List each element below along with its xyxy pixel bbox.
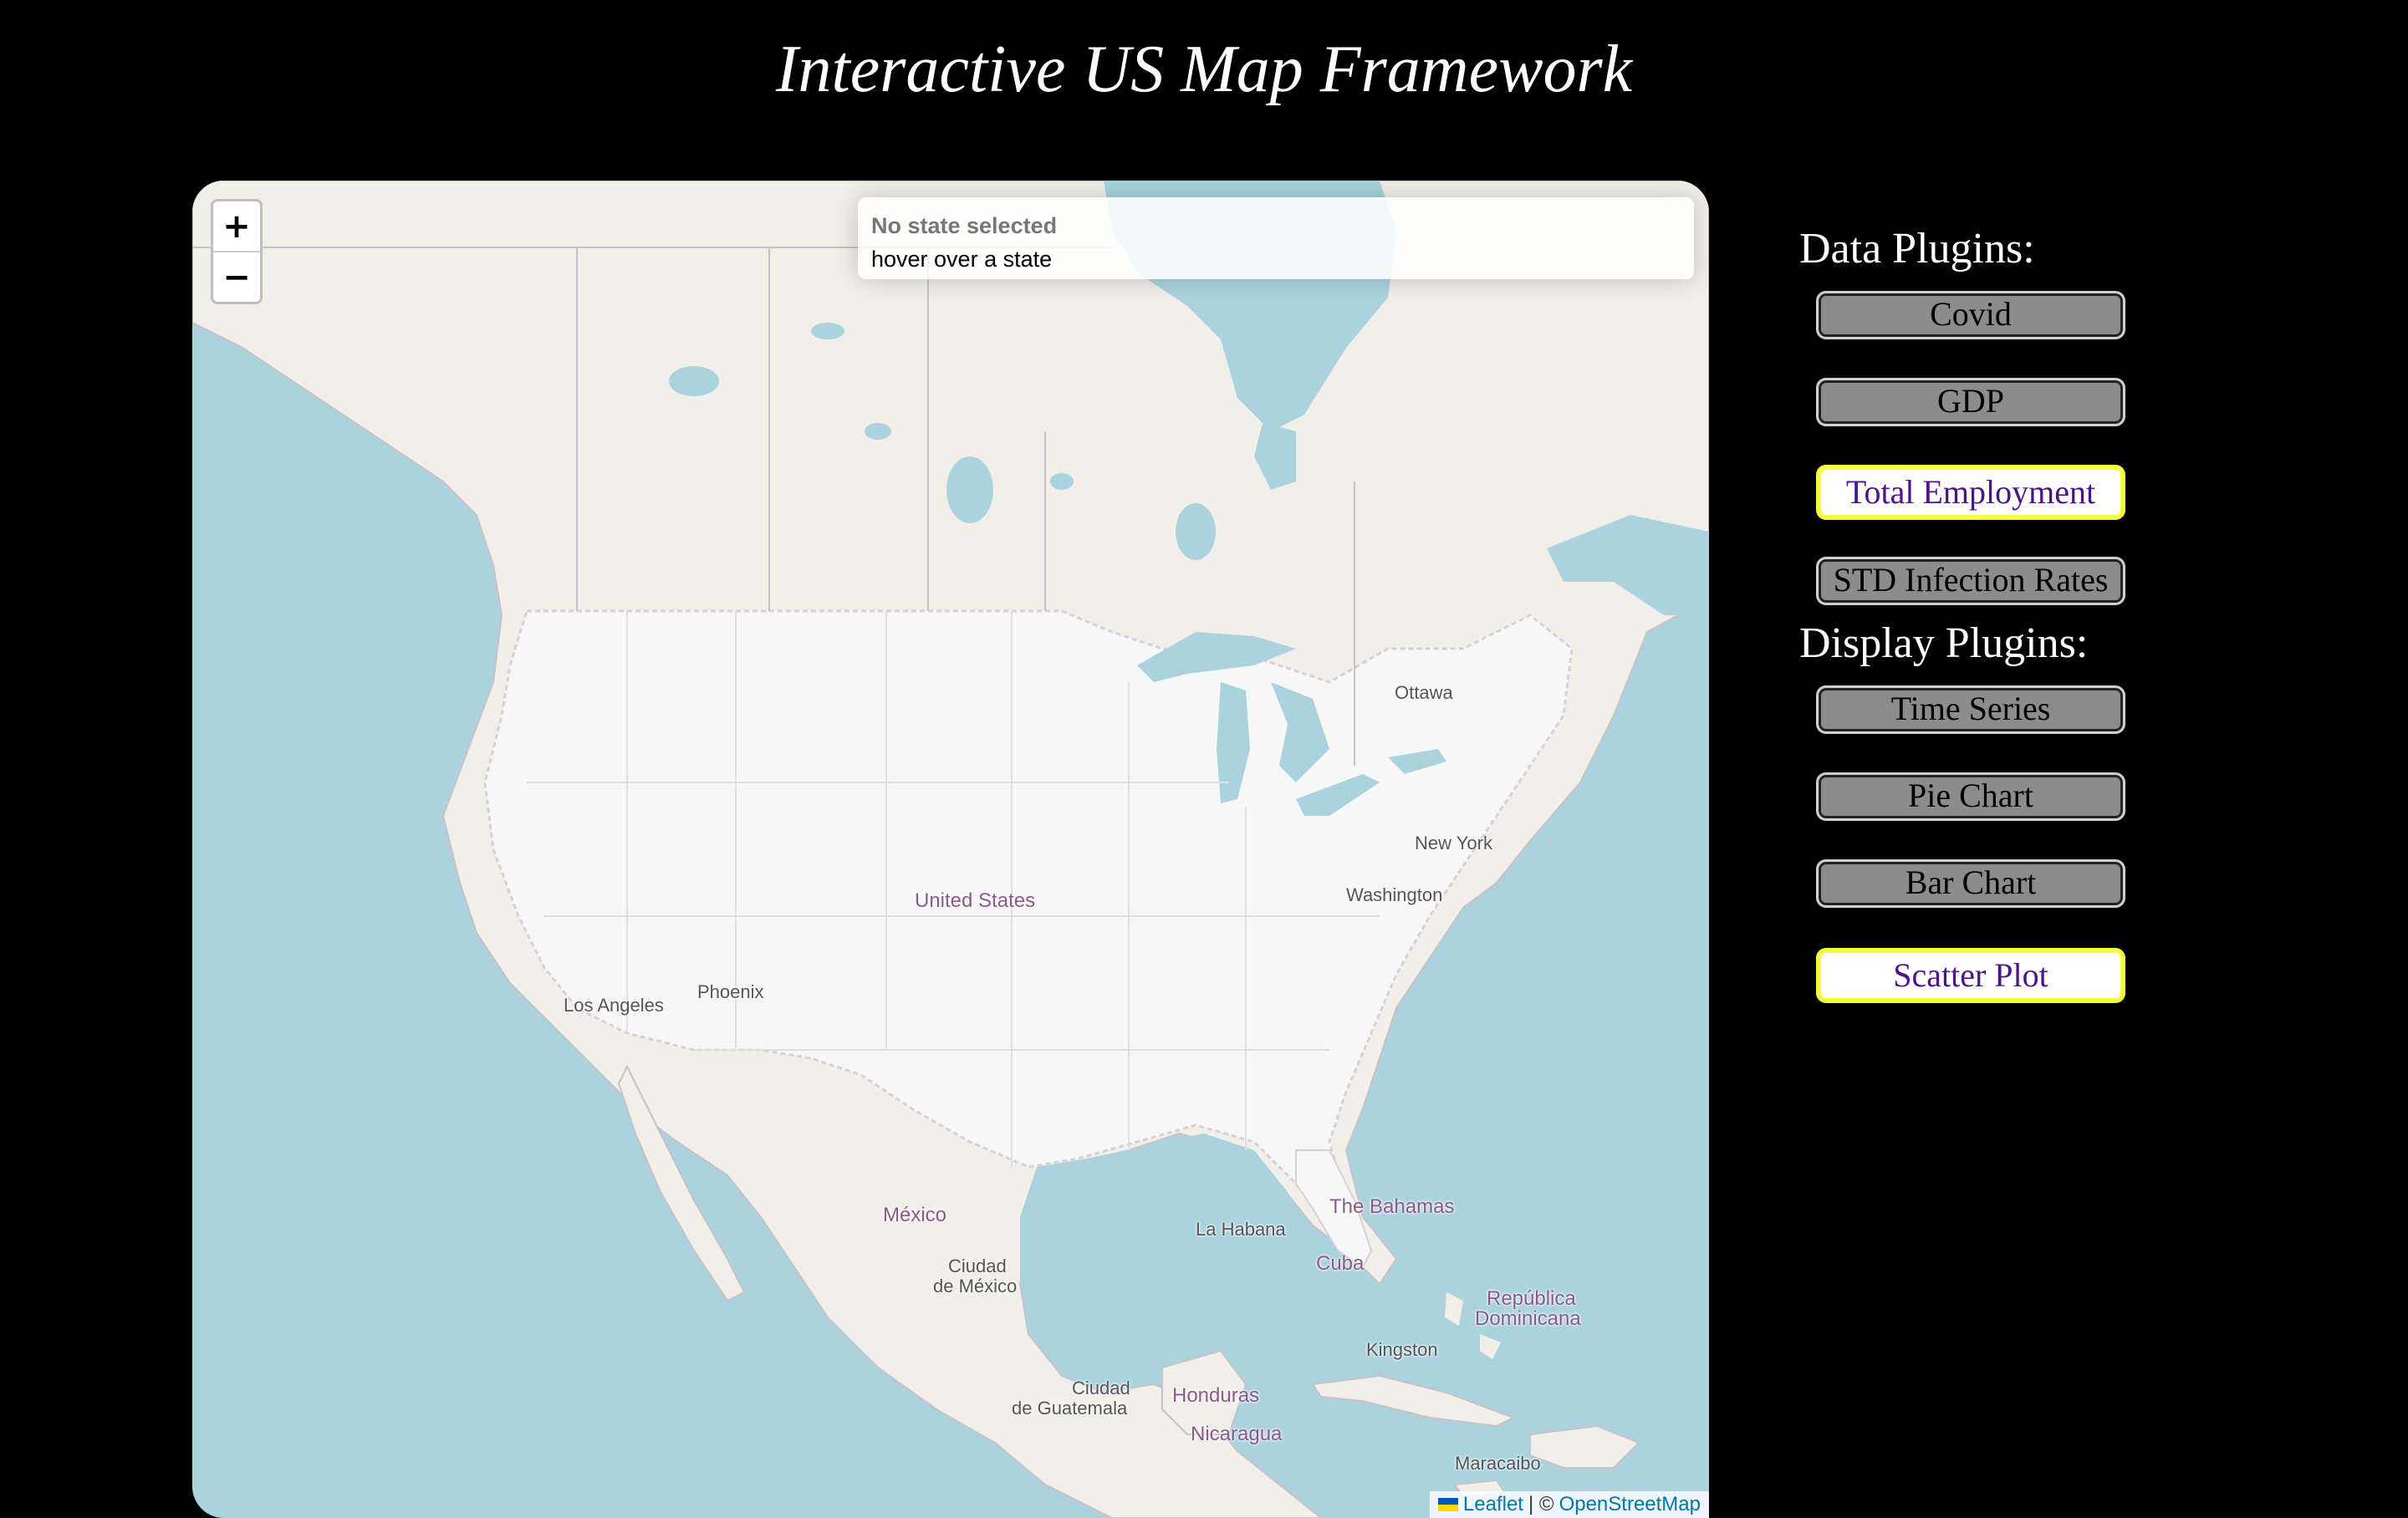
display-plugins-heading: Display Plugins: <box>1799 619 2089 667</box>
map-label-mexico: México <box>883 1204 947 1226</box>
map-label-the-bahamas: The Bahamas <box>1329 1195 1455 1218</box>
zoom-in-button[interactable]: + <box>213 201 260 251</box>
display-plugin-scatter-plot-button[interactable]: Scatter Plot <box>1816 948 2125 1003</box>
data-plugin-covid-button[interactable]: Covid <box>1816 291 2125 339</box>
map-label-mexico-city-2: de México <box>933 1276 1018 1296</box>
data-plugin-total-employment-button[interactable]: Total Employment <box>1816 465 2125 520</box>
map-label-nicaragua: Nicaragua <box>1191 1423 1283 1445</box>
zoom-control: + − <box>211 199 263 304</box>
page-title: Interactive US Map Framework <box>775 33 1633 106</box>
map-label-republica-2: Dominicana <box>1475 1307 1581 1330</box>
display-plugin-pie-chart-button[interactable]: Pie Chart <box>1816 772 2125 821</box>
leaflet-link[interactable]: Leaflet <box>1463 1493 1523 1516</box>
map-label-ottawa: Ottawa <box>1395 682 1453 703</box>
attribution-separator: | © <box>1528 1493 1554 1515</box>
map-label-mexico-city-1: Ciudad <box>948 1256 1007 1276</box>
map-label-guatemala-1: Ciudad <box>1072 1378 1130 1398</box>
data-plugin-std-infection-rates-button[interactable]: STD Infection Rates <box>1816 557 2125 605</box>
display-plugin-time-series-button[interactable]: Time Series <box>1816 685 2125 734</box>
map-label-united-states: United States <box>915 889 1036 912</box>
data-plugins-heading: Data Plugins: <box>1799 225 2035 273</box>
info-subtitle: hover over a state <box>871 247 1053 272</box>
ukraine-flag-icon <box>1437 1498 1458 1511</box>
openstreetmap-link[interactable]: OpenStreetMap <box>1559 1493 1701 1516</box>
map-label-honduras: Honduras <box>1172 1384 1260 1407</box>
map-attribution: Leaflet | © OpenStreetMap <box>1429 1491 1709 1518</box>
map-label-los-angeles: Los Angeles <box>564 995 664 1016</box>
map[interactable]: + − No state selected hover over a state… <box>192 181 1709 1518</box>
display-plugin-bar-chart-button[interactable]: Bar Chart <box>1816 859 2125 908</box>
state-info-box: No state selected hover over a state <box>858 197 1694 279</box>
data-plugin-gdp-button[interactable]: GDP <box>1816 378 2125 426</box>
zoom-out-button[interactable]: − <box>213 251 260 302</box>
info-title: No state selected <box>871 213 1058 238</box>
map-label-phoenix: Phoenix <box>697 981 764 1002</box>
map-label-kingston: Kingston <box>1366 1339 1438 1360</box>
map-label-new-york: New York <box>1415 833 1492 853</box>
map-label-cuba: Cuba <box>1316 1252 1365 1275</box>
map-label-washington: Washington <box>1346 884 1443 905</box>
map-label-la-habana: La Habana <box>1196 1219 1286 1240</box>
map-label-maracaibo: Maracaibo <box>1455 1453 1541 1474</box>
map-label-guatemala-2: de Guatemala <box>1012 1398 1128 1419</box>
